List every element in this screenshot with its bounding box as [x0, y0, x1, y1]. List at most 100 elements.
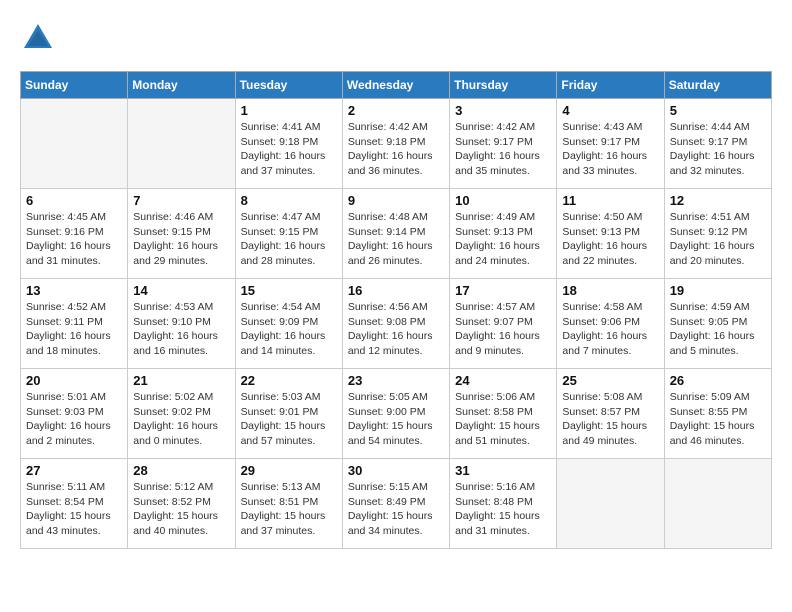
- calendar-week-row: 27Sunrise: 5:11 AMSunset: 8:54 PMDayligh…: [21, 459, 772, 549]
- day-detail: Sunrise: 4:47 AMSunset: 9:15 PMDaylight:…: [241, 210, 337, 269]
- day-detail: Sunrise: 4:50 AMSunset: 9:13 PMDaylight:…: [562, 210, 658, 269]
- calendar-cell: 4 Sunrise: 4:43 AMSunset: 9:17 PMDaylight…: [557, 99, 664, 189]
- day-number: 8: [241, 193, 337, 208]
- calendar-cell: 6Sunrise: 4:45 AMSunset: 9:16 PMDaylight…: [21, 189, 128, 279]
- calendar-cell: 19 Sunrise: 4:59 AMSunset: 9:05 PMDayligh…: [664, 279, 771, 369]
- calendar-cell: 5 Sunrise: 4:44 AMSunset: 9:17 PMDaylight…: [664, 99, 771, 189]
- day-number: 23: [348, 373, 444, 388]
- day-number: 29: [241, 463, 337, 478]
- day-number: 16: [348, 283, 444, 298]
- day-number: 22: [241, 373, 337, 388]
- day-number: 19: [670, 283, 766, 298]
- calendar-week-row: 13 Sunrise: 4:52 AMSunset: 9:11 PMDayligh…: [21, 279, 772, 369]
- day-number: 2: [348, 103, 444, 118]
- day-number: 5: [670, 103, 766, 118]
- day-number: 25: [562, 373, 658, 388]
- calendar-cell: 31 Sunrise: 5:16 AMSunset: 8:48 PMDayligh…: [450, 459, 557, 549]
- calendar-cell: 15 Sunrise: 4:54 AMSunset: 9:09 PMDayligh…: [235, 279, 342, 369]
- day-detail: Sunrise: 5:16 AMSunset: 8:48 PMDaylight:…: [455, 480, 551, 539]
- calendar-week-row: 1 Sunrise: 4:41 AMSunset: 9:18 PMDaylight…: [21, 99, 772, 189]
- day-detail: Sunrise: 4:57 AMSunset: 9:07 PMDaylight:…: [455, 300, 551, 359]
- day-number: 6: [26, 193, 122, 208]
- day-number: 27: [26, 463, 122, 478]
- day-detail: Sunrise: 4:59 AMSunset: 9:05 PMDaylight:…: [670, 300, 766, 359]
- day-number: 1: [241, 103, 337, 118]
- weekday-header: Monday: [128, 72, 235, 99]
- day-number: 17: [455, 283, 551, 298]
- day-number: 18: [562, 283, 658, 298]
- calendar-table: SundayMondayTuesdayWednesdayThursdayFrid…: [20, 71, 772, 549]
- day-number: 10: [455, 193, 551, 208]
- day-detail: Sunrise: 4:46 AMSunset: 9:15 PMDaylight:…: [133, 210, 229, 269]
- day-detail: Sunrise: 4:42 AMSunset: 9:17 PMDaylight:…: [455, 120, 551, 179]
- calendar-cell: [557, 459, 664, 549]
- calendar-cell: 30 Sunrise: 5:15 AMSunset: 8:49 PMDayligh…: [342, 459, 449, 549]
- day-detail: Sunrise: 4:49 AMSunset: 9:13 PMDaylight:…: [455, 210, 551, 269]
- calendar-cell: 9 Sunrise: 4:48 AMSunset: 9:14 PMDaylight…: [342, 189, 449, 279]
- calendar-cell: [21, 99, 128, 189]
- day-number: 13: [26, 283, 122, 298]
- day-number: 26: [670, 373, 766, 388]
- logo: [20, 20, 60, 61]
- day-detail: Sunrise: 5:06 AMSunset: 8:58 PMDaylight:…: [455, 390, 551, 449]
- day-number: 30: [348, 463, 444, 478]
- day-number: 9: [348, 193, 444, 208]
- weekday-header: Friday: [557, 72, 664, 99]
- calendar-cell: 28 Sunrise: 5:12 AMSunset: 8:52 PMDayligh…: [128, 459, 235, 549]
- calendar-cell: 27Sunrise: 5:11 AMSunset: 8:54 PMDayligh…: [21, 459, 128, 549]
- day-detail: Sunrise: 4:43 AMSunset: 9:17 PMDaylight:…: [562, 120, 658, 179]
- day-detail: Sunrise: 4:58 AMSunset: 9:06 PMDaylight:…: [562, 300, 658, 359]
- day-detail: Sunrise: 4:44 AMSunset: 9:17 PMDaylight:…: [670, 120, 766, 179]
- calendar-cell: 17 Sunrise: 4:57 AMSunset: 9:07 PMDayligh…: [450, 279, 557, 369]
- day-detail: Sunrise: 5:03 AMSunset: 9:01 PMDaylight:…: [241, 390, 337, 449]
- calendar-week-row: 6Sunrise: 4:45 AMSunset: 9:16 PMDaylight…: [21, 189, 772, 279]
- calendar-header-row: SundayMondayTuesdayWednesdayThursdayFrid…: [21, 72, 772, 99]
- day-detail: Sunrise: 4:56 AMSunset: 9:08 PMDaylight:…: [348, 300, 444, 359]
- calendar-cell: 21 Sunrise: 5:02 AMSunset: 9:02 PMDayligh…: [128, 369, 235, 459]
- day-detail: Sunrise: 4:53 AMSunset: 9:10 PMDaylight:…: [133, 300, 229, 359]
- day-detail: Sunrise: 4:54 AMSunset: 9:09 PMDaylight:…: [241, 300, 337, 359]
- day-number: 3: [455, 103, 551, 118]
- calendar-cell: 20 Sunrise: 5:01 AMSunset: 9:03 PMDayligh…: [21, 369, 128, 459]
- weekday-header: Saturday: [664, 72, 771, 99]
- day-number: 31: [455, 463, 551, 478]
- page-header: [20, 20, 772, 61]
- calendar-cell: 22 Sunrise: 5:03 AMSunset: 9:01 PMDayligh…: [235, 369, 342, 459]
- day-detail: Sunrise: 4:48 AMSunset: 9:14 PMDaylight:…: [348, 210, 444, 269]
- day-detail: Sunrise: 5:05 AMSunset: 9:00 PMDaylight:…: [348, 390, 444, 449]
- day-detail: Sunrise: 5:01 AMSunset: 9:03 PMDaylight:…: [26, 390, 122, 449]
- calendar-cell: 26 Sunrise: 5:09 AMSunset: 8:55 PMDayligh…: [664, 369, 771, 459]
- day-number: 11: [562, 193, 658, 208]
- day-detail: Sunrise: 5:08 AMSunset: 8:57 PMDaylight:…: [562, 390, 658, 449]
- calendar-cell: [664, 459, 771, 549]
- day-number: 21: [133, 373, 229, 388]
- day-detail: Sunrise: 5:15 AMSunset: 8:49 PMDaylight:…: [348, 480, 444, 539]
- calendar-week-row: 20 Sunrise: 5:01 AMSunset: 9:03 PMDayligh…: [21, 369, 772, 459]
- calendar-cell: 16 Sunrise: 4:56 AMSunset: 9:08 PMDayligh…: [342, 279, 449, 369]
- day-number: 7: [133, 193, 229, 208]
- day-number: 12: [670, 193, 766, 208]
- calendar-cell: 1 Sunrise: 4:41 AMSunset: 9:18 PMDaylight…: [235, 99, 342, 189]
- day-number: 24: [455, 373, 551, 388]
- calendar-cell: 18 Sunrise: 4:58 AMSunset: 9:06 PMDayligh…: [557, 279, 664, 369]
- day-detail: Sunrise: 4:51 AMSunset: 9:12 PMDaylight:…: [670, 210, 766, 269]
- day-detail: Sunrise: 4:42 AMSunset: 9:18 PMDaylight:…: [348, 120, 444, 179]
- calendar-cell: 13 Sunrise: 4:52 AMSunset: 9:11 PMDayligh…: [21, 279, 128, 369]
- logo-icon: [20, 20, 56, 56]
- day-detail: Sunrise: 4:41 AMSunset: 9:18 PMDaylight:…: [241, 120, 337, 179]
- weekday-header: Thursday: [450, 72, 557, 99]
- day-number: 20: [26, 373, 122, 388]
- weekday-header: Wednesday: [342, 72, 449, 99]
- day-number: 15: [241, 283, 337, 298]
- calendar-cell: 29Sunrise: 5:13 AMSunset: 8:51 PMDayligh…: [235, 459, 342, 549]
- day-detail: Sunrise: 5:12 AMSunset: 8:52 PMDaylight:…: [133, 480, 229, 539]
- day-detail: Sunrise: 4:52 AMSunset: 9:11 PMDaylight:…: [26, 300, 122, 359]
- calendar-cell: 11 Sunrise: 4:50 AMSunset: 9:13 PMDayligh…: [557, 189, 664, 279]
- calendar-cell: 10 Sunrise: 4:49 AMSunset: 9:13 PMDayligh…: [450, 189, 557, 279]
- day-number: 28: [133, 463, 229, 478]
- day-detail: Sunrise: 5:09 AMSunset: 8:55 PMDaylight:…: [670, 390, 766, 449]
- calendar-cell: 7 Sunrise: 4:46 AMSunset: 9:15 PMDaylight…: [128, 189, 235, 279]
- calendar-cell: 8 Sunrise: 4:47 AMSunset: 9:15 PMDaylight…: [235, 189, 342, 279]
- day-number: 4: [562, 103, 658, 118]
- day-detail: Sunrise: 5:02 AMSunset: 9:02 PMDaylight:…: [133, 390, 229, 449]
